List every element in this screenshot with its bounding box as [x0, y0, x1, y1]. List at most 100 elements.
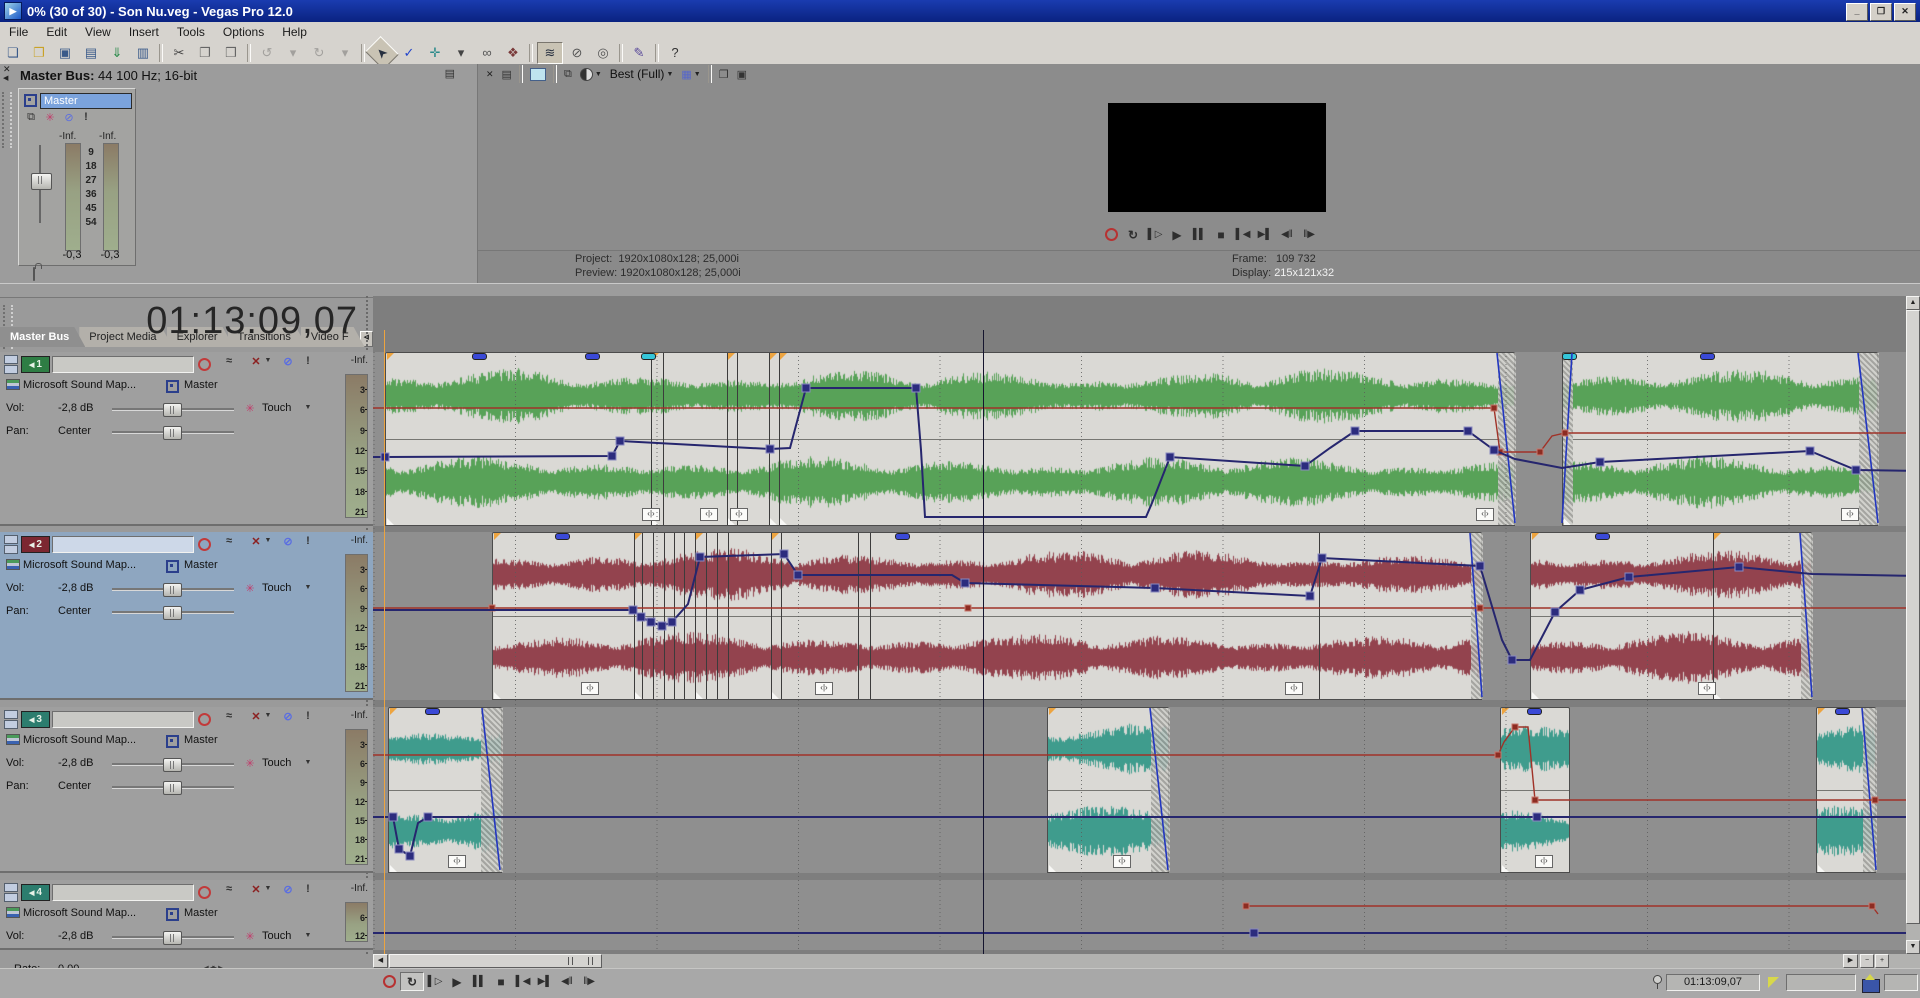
cut-icon[interactable]: ✂ [167, 43, 191, 63]
whats-this-help-icon[interactable]: ? [663, 43, 687, 63]
automation-dropdown-icon[interactable]: ▼ [304, 759, 312, 766]
preview-quality-icon[interactable]: ▼ [580, 68, 602, 81]
automation-gear-icon[interactable]: ✳ [243, 402, 257, 415]
pause-button[interactable]: ▌▌ [468, 973, 490, 990]
current-timecode[interactable]: 01:13:09,07 [40, 300, 358, 343]
volume-envelope-node[interactable] [381, 453, 389, 461]
zoom-in-time-icon[interactable]: + [1875, 954, 1889, 968]
automation-mode[interactable]: Touch [262, 757, 291, 769]
edit-time-icon[interactable] [1768, 977, 1779, 988]
pan-envelope-node[interactable] [1537, 449, 1543, 455]
restore-button[interactable]: ❐ [1870, 3, 1892, 21]
pan-value[interactable]: Center [58, 780, 91, 792]
volume-envelope-node[interactable] [780, 550, 788, 558]
solo-icon[interactable]: ⊘ [281, 535, 295, 548]
pause-button[interactable]: ▌▌ [1188, 226, 1210, 243]
volume-envelope-node[interactable] [629, 606, 637, 614]
panel-grip[interactable] [2, 92, 12, 148]
render-as-icon[interactable]: ▥ [131, 43, 155, 63]
lock-envelopes-icon[interactable]: ⊘ [565, 43, 589, 63]
minimize-track-icon[interactable] [4, 710, 18, 719]
master-fader-handle[interactable] [31, 173, 52, 190]
bus-assignment[interactable]: Master [184, 559, 218, 571]
insert-fx-icon[interactable]: ⧉ [23, 111, 39, 124]
undo-icon[interactable]: ↺ [255, 43, 279, 63]
mute-icon[interactable]: ✕ [249, 710, 263, 723]
open-project-icon[interactable]: ❐ [27, 43, 51, 63]
mute-icon[interactable]: ✕ [249, 883, 263, 896]
volume-envelope-node[interactable] [647, 618, 655, 626]
volume-envelope-node[interactable] [1490, 446, 1498, 454]
volume-envelope-node[interactable] [1476, 562, 1484, 570]
menu-edit[interactable]: Edit [37, 24, 76, 40]
track-3-header[interactable]: ◀3≈✕▼⊘ǃ-Inf.Microsoft Sound Map...Master… [0, 707, 373, 873]
pan-envelope-node[interactable] [1243, 903, 1249, 909]
track-name-field[interactable] [52, 536, 194, 553]
maximize-track-icon[interactable] [4, 365, 18, 374]
master-mute-icon[interactable]: ⊘ [62, 111, 76, 124]
arm-record-icon[interactable] [198, 713, 211, 726]
volume-envelope-node[interactable] [1306, 592, 1314, 600]
track-number[interactable]: ◀1 [21, 356, 50, 373]
device-name[interactable]: Microsoft Sound Map... [23, 379, 136, 391]
track-meter[interactable]: 612 [345, 902, 368, 942]
undo-dropdown-icon[interactable]: ▾ [281, 43, 305, 63]
volume-envelope-node[interactable] [1464, 427, 1472, 435]
automation-mode[interactable]: Touch [262, 582, 291, 594]
track-2-header[interactable]: ◀2≈✕▼⊘ǃ-Inf.Microsoft Sound Map...Master… [0, 532, 373, 700]
auto-ripple-icon[interactable]: ≋ [537, 42, 563, 64]
volume-envelope-node[interactable] [912, 384, 920, 392]
scroll-up-icon[interactable]: ▲ [1906, 296, 1920, 310]
v-scroll-thumb[interactable] [1906, 310, 1920, 924]
track-name-field[interactable] [52, 711, 194, 728]
project-properties-icon[interactable]: ▤ [79, 43, 103, 63]
menu-insert[interactable]: Insert [120, 24, 168, 40]
volume-envelope-node[interactable] [696, 553, 704, 561]
playhead-cursor[interactable] [983, 330, 984, 954]
pan-envelope-node[interactable] [1491, 405, 1497, 411]
volume-envelope-node[interactable] [395, 845, 403, 853]
play-from-start-button[interactable]: ▌▷ [424, 973, 446, 990]
minimize-track-icon[interactable] [4, 535, 18, 544]
bus-assignment[interactable]: Master [184, 907, 218, 919]
timeline-h-scrollbar[interactable]: ◀ ▶ − + [373, 954, 1920, 968]
master-name-field[interactable]: Master [40, 93, 132, 109]
volume-envelope-node[interactable] [389, 813, 397, 821]
volume-envelope-node[interactable] [1508, 656, 1516, 664]
volume-slider-thumb[interactable] [163, 583, 182, 597]
menu-help[interactable]: Help [273, 24, 316, 40]
track-meter[interactable]: 36912151821 [345, 729, 368, 865]
solo-icon[interactable]: ⊘ [281, 355, 295, 368]
close-preview-icon[interactable]: ✕ [486, 70, 494, 78]
track-envelope-icon[interactable]: ≈ [221, 355, 237, 367]
scroll-left-icon[interactable]: ◀ [373, 954, 388, 968]
go-to-start-button[interactable]: ▌◀ [512, 973, 534, 990]
pan-envelope-node[interactable] [1869, 903, 1875, 909]
close-panel-icon[interactable]: ✕ [3, 65, 11, 73]
previous-frame-button[interactable]: ◀‖ [556, 973, 578, 990]
pan-slider-thumb[interactable] [163, 606, 182, 620]
status-timecode[interactable]: 01:13:09,07 [1666, 974, 1760, 991]
volume-envelope-node[interactable] [794, 571, 802, 579]
next-frame-button[interactable]: ‖▶ [1298, 226, 1320, 243]
volume-envelope-node[interactable] [637, 613, 645, 621]
volume-slider-thumb[interactable] [163, 403, 182, 417]
volume-envelope-node[interactable] [1576, 586, 1584, 594]
menu-file[interactable]: File [0, 24, 37, 40]
maximize-track-icon[interactable] [4, 720, 18, 729]
volume-envelope-node[interactable] [616, 437, 624, 445]
volume-envelope-node[interactable] [1625, 573, 1633, 581]
loop-playback-button[interactable]: ↻ [400, 972, 424, 991]
device-name[interactable]: Microsoft Sound Map... [23, 907, 136, 919]
device-name[interactable]: Microsoft Sound Map... [23, 559, 136, 571]
copy-snapshot-icon[interactable]: ❐ [719, 68, 729, 81]
menu-options[interactable]: Options [214, 24, 273, 40]
save-project-icon[interactable]: ▣ [53, 43, 77, 63]
volume-envelope-node[interactable] [668, 618, 676, 626]
volume-envelope-node[interactable] [658, 622, 666, 630]
minimize-button[interactable]: _ [1846, 3, 1868, 21]
import-media-icon[interactable]: ⇓ [105, 43, 129, 63]
dock-window-icon[interactable]: ▤ [445, 67, 455, 80]
volume-envelope-node[interactable] [961, 579, 969, 587]
track-meter[interactable]: 36912151821 [345, 374, 368, 518]
